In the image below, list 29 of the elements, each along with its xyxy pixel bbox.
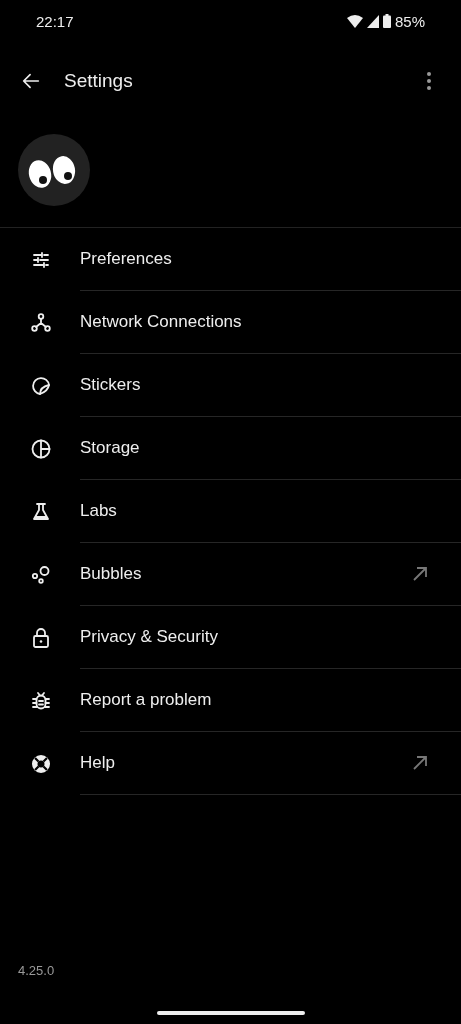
settings-item[interactable]: Network Connections bbox=[0, 291, 461, 354]
settings-item[interactable]: Privacy & Security bbox=[0, 606, 461, 669]
settings-item[interactable]: Preferences bbox=[0, 228, 461, 291]
settings-item[interactable]: Labs bbox=[0, 480, 461, 543]
settings-item-label: Bubbles bbox=[80, 564, 143, 584]
network-icon bbox=[29, 310, 53, 335]
screen-title: Settings bbox=[64, 70, 134, 92]
settings-item[interactable]: Report a problem bbox=[0, 669, 461, 732]
settings-item-label: Labs bbox=[80, 501, 118, 521]
avatar[interactable] bbox=[18, 134, 90, 206]
settings-item[interactable]: Stickers bbox=[0, 354, 461, 417]
clock: 22:17 bbox=[36, 12, 74, 30]
signal-icon bbox=[366, 14, 379, 28]
settings-item-label: Storage bbox=[80, 438, 141, 458]
battery-level: 85% bbox=[394, 12, 425, 30]
settings-item-label: Network Connections bbox=[80, 312, 243, 332]
settings-item-label: Report a problem bbox=[80, 690, 213, 710]
settings-item-label: Help bbox=[80, 753, 116, 773]
more-button[interactable] bbox=[427, 72, 431, 90]
battery-icon bbox=[382, 14, 391, 28]
more-icon bbox=[427, 72, 431, 90]
settings-item-label: Preferences bbox=[80, 249, 173, 269]
version-number: 4.25.0 bbox=[18, 963, 55, 978]
settings-item-label: Stickers bbox=[80, 375, 142, 395]
settings-item-label: Privacy & Security bbox=[80, 627, 219, 647]
wifi-icon bbox=[346, 14, 363, 28]
settings-item[interactable]: Help bbox=[0, 732, 461, 795]
settings-item[interactable]: Bubbles bbox=[0, 543, 461, 606]
settings-item[interactable]: Storage bbox=[0, 417, 461, 480]
